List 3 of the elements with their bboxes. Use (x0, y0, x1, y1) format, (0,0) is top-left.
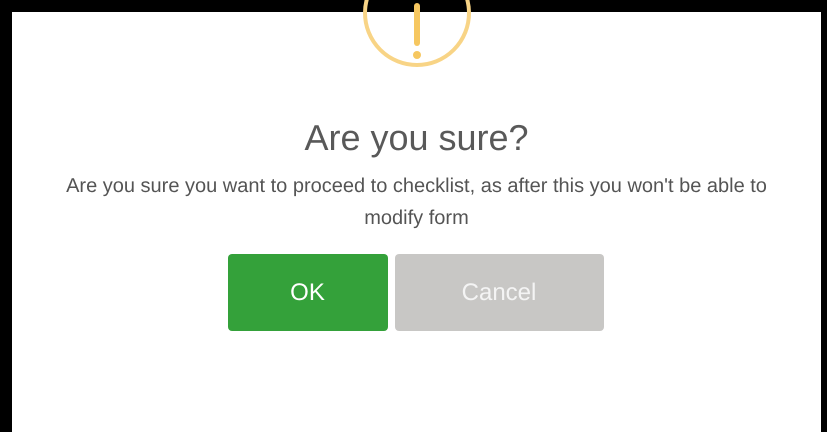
ok-button[interactable]: OK (228, 254, 388, 331)
dialog-title: Are you sure? (304, 116, 529, 160)
dialog-message: Are you sure you want to proceed to checklist, as after this you won't be able to modify form (65, 174, 768, 231)
